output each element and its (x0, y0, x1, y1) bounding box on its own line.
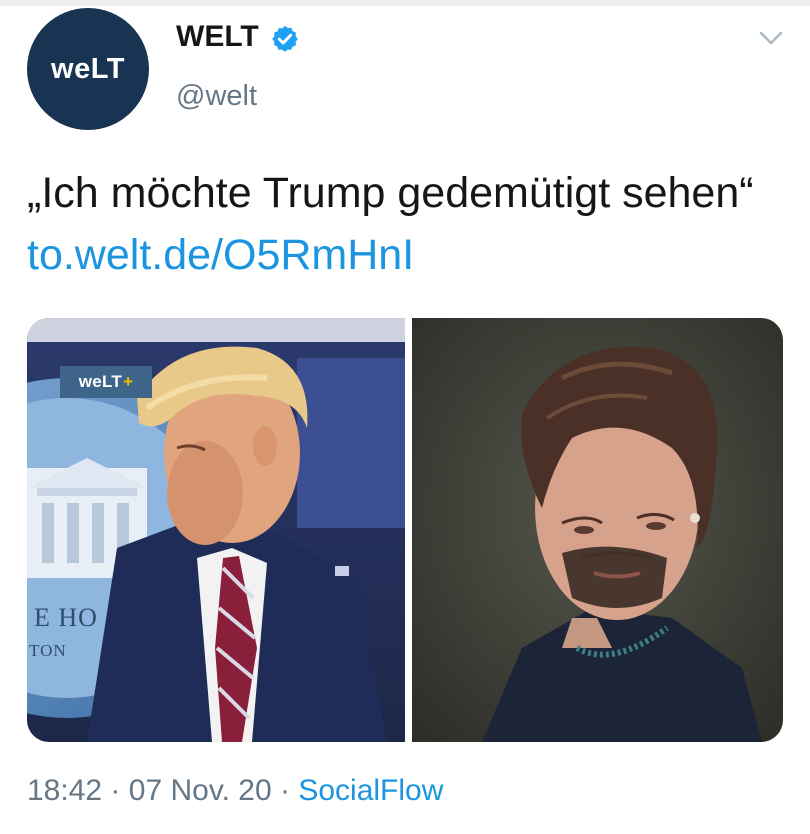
avatar[interactable]: weLT (27, 8, 149, 130)
top-divider (0, 0, 810, 6)
badge-plus: + (123, 372, 134, 391)
chevron-down-icon[interactable] (758, 28, 784, 48)
photo-portrait[interactable] (412, 318, 783, 742)
author-handle[interactable]: @welt (176, 80, 257, 113)
tweet-time[interactable]: 18:42 (27, 774, 102, 807)
tweet-link[interactable]: to.welt.de/O5RmHnI (27, 231, 414, 279)
author-name[interactable]: WELT (176, 20, 259, 54)
badge-text: weLT (78, 372, 123, 391)
tweet-media: weLT + E HO TON (27, 318, 783, 742)
verified-badge-icon (272, 25, 298, 52)
welt-plus-badge: weLT + (60, 366, 152, 398)
podium-caption-line-2: TON (29, 641, 67, 660)
tweet-text: „Ich möchte Trump gedemütigt sehen“ to.w… (27, 162, 787, 286)
meta-separator: · (110, 774, 121, 807)
photo-trump[interactable]: weLT + E HO TON (27, 318, 405, 742)
tweet-meta: 18:42 · 07 Nov. 20 · SocialFlow (27, 774, 443, 808)
meta-separator: · (279, 774, 290, 807)
avatar-logo-text: weLT (51, 52, 125, 85)
tweet-source[interactable]: SocialFlow (298, 774, 443, 807)
podium-caption-line-1: E HO (34, 603, 98, 632)
tweet-quote: „Ich möchte Trump gedemütigt sehen“ (27, 169, 754, 217)
tweet-date[interactable]: 07 Nov. 20 (129, 774, 272, 807)
